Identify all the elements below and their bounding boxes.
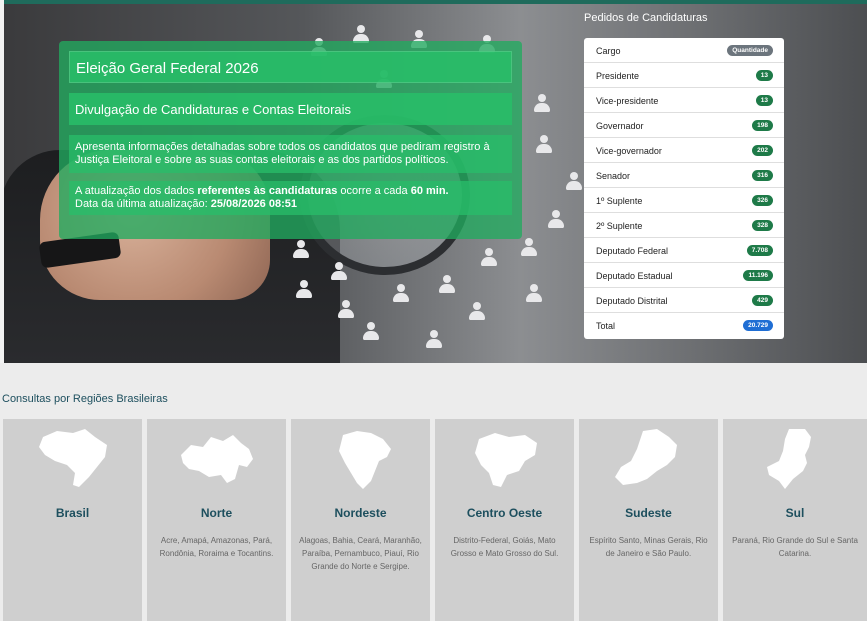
- region-name: Sudeste: [625, 506, 672, 520]
- region-name: Centro Oeste: [466, 506, 543, 520]
- table-row[interactable]: 2º Suplente 328: [584, 213, 784, 238]
- count-badge: 316: [752, 170, 773, 181]
- row-label: Vice-presidente: [596, 96, 659, 106]
- person-icon: [535, 135, 553, 153]
- row-label: 1º Suplente: [596, 196, 643, 206]
- region-card-brasil[interactable]: Brasil: [3, 419, 142, 621]
- nordeste-map-icon: [321, 425, 401, 493]
- candidaturas-title: Pedidos de Candidaturas: [584, 12, 708, 24]
- region-card-norte[interactable]: Norte Acre, Amapá, Amazonas, Pará, Rondô…: [147, 419, 286, 621]
- count-badge: 13: [755, 95, 773, 106]
- person-icon: [295, 280, 313, 298]
- update-bold: referentes às candidaturas: [197, 185, 338, 197]
- count-badge: 198: [752, 120, 773, 131]
- row-label: Presidente: [596, 71, 640, 81]
- total-badge: 20.729: [743, 320, 773, 331]
- region-name: Norte: [200, 506, 233, 520]
- person-icon: [330, 262, 348, 280]
- region-card-centro-oeste[interactable]: Centro Oeste Distrito-Federal, Goiás, Ma…: [435, 419, 574, 621]
- norte-map-icon: [177, 425, 257, 493]
- row-label: Deputado Distrital: [596, 296, 668, 306]
- person-icon: [565, 172, 583, 190]
- table-row[interactable]: Deputado Estadual 11.196: [584, 263, 784, 288]
- count-badge: 11.196: [743, 270, 773, 281]
- row-label: 2º Suplente: [596, 221, 643, 231]
- region-desc: Acre, Amapá, Amazonas, Pará, Rondônia, R…: [159, 536, 274, 558]
- region-name: Nordeste: [334, 506, 387, 520]
- region-cards: Brasil Norte Acre, Amapá, Amazonas, Pará…: [3, 419, 867, 621]
- person-icon: [468, 302, 486, 320]
- region-name: Sul: [785, 506, 805, 520]
- person-icon: [480, 248, 498, 266]
- person-icon: [362, 322, 380, 340]
- header-quantidade: Quantidade: [727, 45, 773, 56]
- update-text: A atualização dos dados: [75, 185, 198, 197]
- sudeste-map-icon: [609, 425, 689, 493]
- election-subtitle: Divulgação de Candidaturas e Contas Elei…: [69, 93, 512, 125]
- row-label: Deputado Estadual: [596, 271, 673, 281]
- last-update-label: Data da última atualização:: [75, 198, 211, 210]
- centro-oeste-map-icon: [465, 425, 545, 493]
- person-icon: [425, 330, 443, 348]
- candidaturas-table: Cargo Quantidade Presidente 13 Vice-presi…: [584, 38, 784, 339]
- person-icon: [520, 238, 538, 256]
- page: Eleição Geral Federal 2026 Divulgação de…: [0, 0, 867, 621]
- top-bar: [0, 0, 867, 4]
- person-icon: [533, 94, 551, 112]
- table-total-row[interactable]: Total 20.729: [584, 313, 784, 338]
- row-label: Vice-governador: [596, 146, 662, 156]
- header-cargo: Cargo: [596, 46, 621, 56]
- update-text: ocorre a cada: [337, 185, 411, 197]
- last-update-value: 25/08/2026 08:51: [210, 198, 297, 210]
- total-label: Total: [596, 321, 616, 331]
- count-badge: 7.708: [746, 245, 773, 256]
- count-badge: 202: [752, 145, 773, 156]
- table-row[interactable]: 1º Suplente 326: [584, 188, 784, 213]
- table-row[interactable]: Presidente 13: [584, 63, 784, 88]
- row-label: Senador: [596, 171, 631, 181]
- table-row[interactable]: Vice-governador 202: [584, 138, 784, 163]
- region-desc: Espírito Santo, Minas Gerais, Rio de Jan…: [589, 536, 708, 558]
- row-label: Deputado Federal: [596, 246, 669, 256]
- region-card-sul[interactable]: Sul Paraná, Rio Grande do Sul e Santa Ca…: [723, 419, 867, 621]
- table-row[interactable]: Vice-presidente 13: [584, 88, 784, 113]
- update-interval: 60 min.: [410, 185, 449, 197]
- person-icon: [392, 284, 410, 302]
- election-info-box: Eleição Geral Federal 2026 Divulgação de…: [59, 41, 522, 239]
- table-row[interactable]: Deputado Distrital 429: [584, 288, 784, 313]
- left-edge: [0, 0, 4, 363]
- region-desc: Paraná, Rio Grande do Sul e Santa Catari…: [732, 536, 858, 558]
- region-desc: Alagoas, Bahia, Ceará, Maranhão, Paraíba…: [299, 536, 422, 571]
- person-icon: [337, 300, 355, 318]
- update-info: A atualização dos dados referentes às ca…: [69, 181, 512, 215]
- table-row[interactable]: Governador 198: [584, 113, 784, 138]
- person-icon: [438, 275, 456, 293]
- region-card-sudeste[interactable]: Sudeste Espírito Santo, Minas Gerais, Ri…: [579, 419, 718, 621]
- region-name: Brasil: [55, 506, 90, 520]
- count-badge: 13: [755, 70, 773, 81]
- table-header-row: Cargo Quantidade: [584, 38, 784, 63]
- hero-banner: Eleição Geral Federal 2026 Divulgação de…: [0, 0, 867, 363]
- count-badge: 326: [752, 195, 773, 206]
- person-icon: [525, 284, 543, 302]
- count-badge: 328: [752, 220, 773, 231]
- table-row[interactable]: Deputado Federal 7.708: [584, 238, 784, 263]
- person-icon: [547, 210, 565, 228]
- brasil-map-icon: [33, 425, 113, 493]
- row-label: Governador: [596, 121, 644, 131]
- election-description: Apresenta informações detalhadas sobre t…: [69, 135, 512, 173]
- table-row[interactable]: Senador 316: [584, 163, 784, 188]
- count-badge: 429: [752, 295, 773, 306]
- region-desc: Distrito-Federal, Goiás, Mato Grosso e M…: [450, 536, 559, 558]
- person-icon: [292, 240, 310, 258]
- region-card-nordeste[interactable]: Nordeste Alagoas, Bahia, Ceará, Maranhão…: [291, 419, 430, 621]
- election-title: Eleição Geral Federal 2026: [69, 51, 512, 83]
- regions-title: Consultas por Regiões Brasileiras: [2, 393, 168, 405]
- sul-map-icon: [755, 425, 835, 493]
